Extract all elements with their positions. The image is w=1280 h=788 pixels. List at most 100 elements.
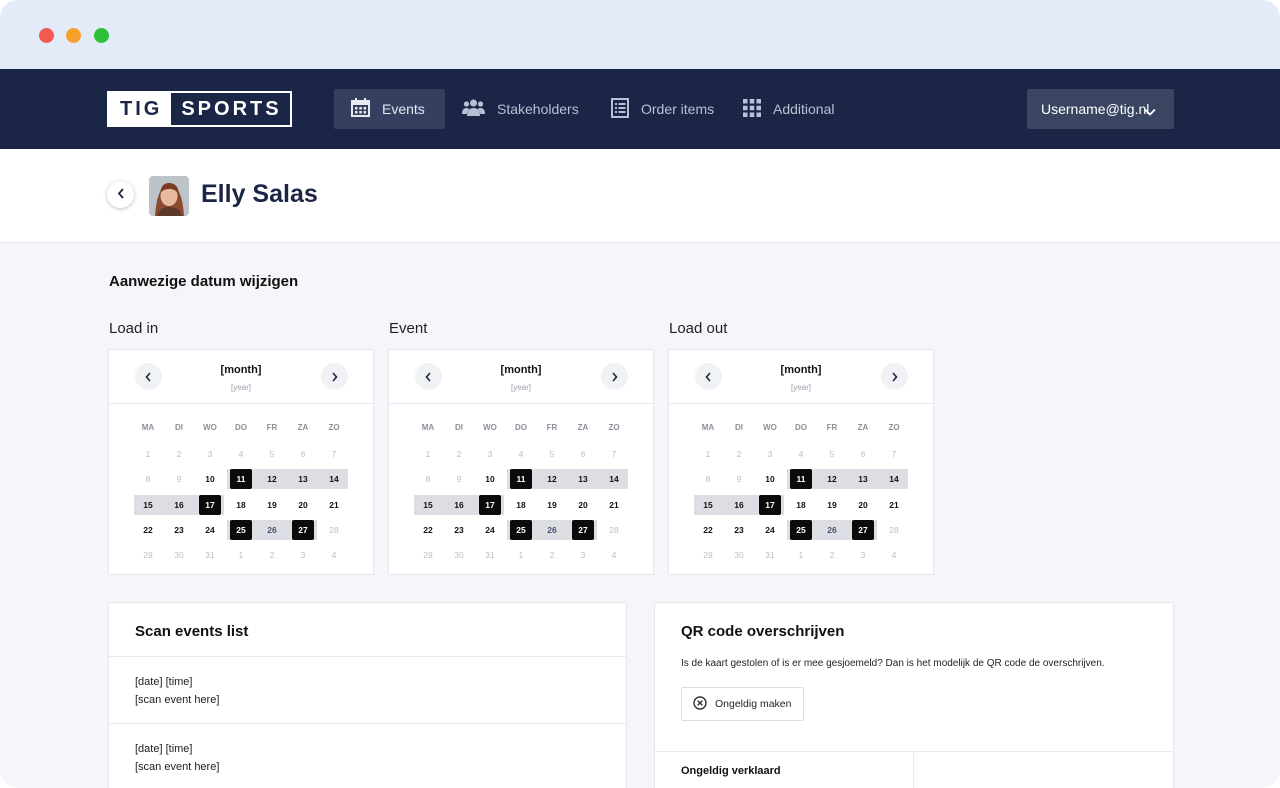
logo-part1: TIG [109,93,172,125]
weekday-label: DI [455,423,463,432]
calendar-day[interactable]: 27 [572,520,594,540]
calendar-day: 6 [860,449,866,459]
calendar-day[interactable]: 25 [790,520,812,540]
next-month-button[interactable] [321,363,348,390]
users-icon [462,99,485,119]
calendar-day[interactable]: 18 [230,495,252,515]
calendar-day[interactable]: 16 [168,495,190,515]
calendar-day[interactable]: 18 [790,495,812,515]
calendar-day[interactable]: 13 [572,469,594,489]
calendar-day[interactable]: 16 [728,495,750,515]
calendar-day[interactable]: 21 [603,495,625,515]
calendar-day: 2 [456,449,462,459]
chevron-down-icon [1144,103,1156,119]
calendar-day[interactable]: 20 [292,495,314,515]
calendar-day[interactable]: 15 [697,495,719,515]
calendar-day[interactable]: 21 [323,495,345,515]
calendar-day[interactable]: 27 [852,520,874,540]
scan-event-text: [scan event here] [135,761,220,773]
list-item: [date] [time] [scan event here] [135,740,219,776]
calendar-day[interactable]: 23 [728,520,750,540]
calendar-day[interactable]: 14 [323,469,345,489]
minimize-window-button[interactable] [66,28,81,43]
page-title: Elly Salas [201,180,318,208]
calendar-day[interactable]: 14 [603,469,625,489]
calendar-day[interactable]: 24 [759,520,781,540]
calendar-day[interactable]: 22 [697,520,719,540]
calendar-day: 30 [454,550,464,560]
calendar-day[interactable]: 25 [230,520,252,540]
calendar-day: 4 [798,449,804,459]
nav-item-additional[interactable]: Additional [743,89,835,129]
calendar-day[interactable]: 19 [261,495,283,515]
weekday-label: DO [515,423,527,432]
next-month-button[interactable] [601,363,628,390]
back-button[interactable] [107,181,134,208]
qr-title: QR code overschrijven [681,623,845,640]
next-month-button[interactable] [881,363,908,390]
calendar-day[interactable]: 17 [199,495,221,515]
section-title: Aanwezige datum wijzigen [109,273,299,290]
calendar-day[interactable]: 11 [230,469,252,489]
calendar-day[interactable]: 13 [292,469,314,489]
calendar-day[interactable]: 10 [759,469,781,489]
window-titlebar [0,0,1280,69]
maximize-window-button[interactable] [94,28,109,43]
calendar-day[interactable]: 10 [479,469,501,489]
user-menu-button[interactable]: Username@tig.nl [1027,89,1174,129]
calendar-day: 4 [611,550,617,560]
calendar-day[interactable]: 24 [479,520,501,540]
calendar-day[interactable]: 12 [261,469,283,489]
calendar-day[interactable]: 27 [292,520,314,540]
calendar-day[interactable]: 16 [448,495,470,515]
nav-item-order-items[interactable]: Order items [611,89,714,129]
nav-item-events[interactable]: Events [334,89,445,129]
calendar-day[interactable]: 26 [821,520,843,540]
grid-icon [743,98,761,120]
calendar-day[interactable]: 23 [168,520,190,540]
calendar-widget: [month] [year] MA DI WO DO FR ZA ZO 1 2 3 4 5 6 7 8 9 10 11… [668,349,934,575]
calendar-day[interactable]: 22 [417,520,439,540]
calendar-day[interactable]: 19 [821,495,843,515]
page-header: Elly Salas [0,149,1280,243]
calendar-day[interactable]: 12 [821,469,843,489]
calendar-day: 1 [518,550,524,560]
calendar-grid: MA DI WO DO FR ZA ZO 1 2 3 4 5 6 7 8 9 10 11 12 13 14 15 16 17 1… [109,404,373,576]
calendar-day[interactable]: 11 [510,469,532,489]
calendar-day[interactable]: 20 [852,495,874,515]
calendar-day[interactable]: 24 [199,520,221,540]
calendar-day[interactable]: 25 [510,520,532,540]
calendar-day[interactable]: 17 [759,495,781,515]
calendar-day: 3 [300,550,306,560]
calendar-day: 1 [425,449,431,459]
calendar-day[interactable]: 11 [790,469,812,489]
calendar-day[interactable]: 13 [852,469,874,489]
avatar [149,176,189,216]
calendar-day[interactable]: 17 [479,495,501,515]
close-window-button[interactable] [39,28,54,43]
calendar-day[interactable]: 22 [137,520,159,540]
calendar-day[interactable]: 15 [417,495,439,515]
calendar-day[interactable]: 26 [541,520,563,540]
calendar-day: 29 [423,550,433,560]
calendar-day[interactable]: 15 [137,495,159,515]
calendar-day[interactable]: 20 [572,495,594,515]
calendar-day[interactable]: 18 [510,495,532,515]
scan-events-title: Scan events list [135,623,249,640]
calendar-widget: [month] [year] MA DI WO DO FR ZA ZO 1 2 3 4 5 6 7 8 9 10 11… [388,349,654,575]
calendar-day: 2 [549,550,555,560]
invalidate-button[interactable]: Ongeldig maken [681,687,804,721]
calendar-day[interactable]: 10 [199,469,221,489]
nav-item-stakeholders[interactable]: Stakeholders [462,89,579,129]
weekday-label: ZA [857,423,869,432]
brand-logo[interactable]: TIG SPORTS [107,91,292,127]
calendar-day[interactable]: 12 [541,469,563,489]
calendar-day[interactable]: 26 [261,520,283,540]
weekday-label: ZA [577,423,589,432]
calendar-label: Load in [109,320,159,337]
calendar-day[interactable]: 14 [883,469,905,489]
calendar-day[interactable]: 23 [448,520,470,540]
calendar-day[interactable]: 19 [541,495,563,515]
weekday-label: FR [266,423,278,432]
calendar-day[interactable]: 21 [883,495,905,515]
